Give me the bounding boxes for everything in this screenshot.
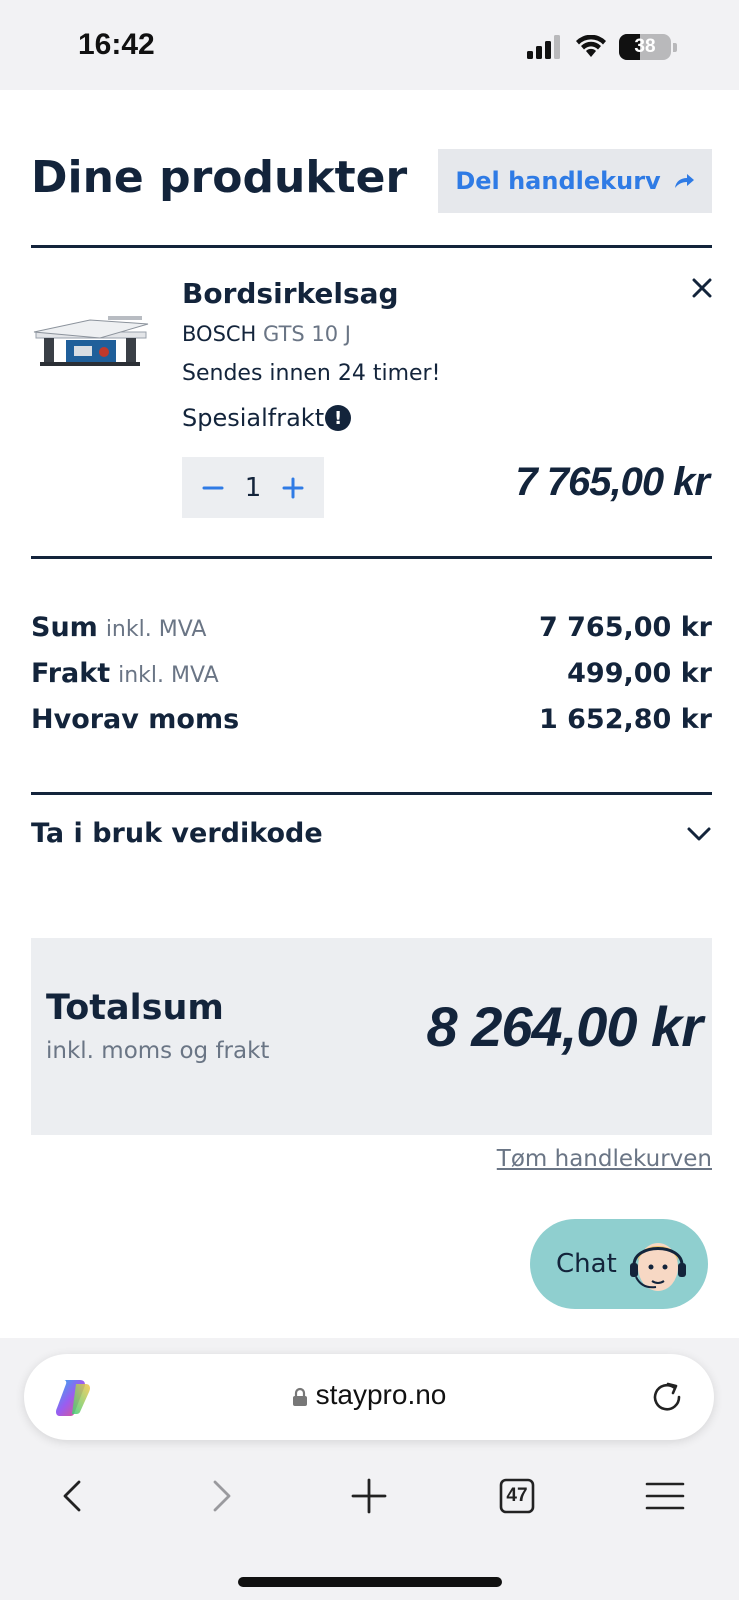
close-icon: [692, 278, 712, 298]
increase-quantity-button[interactable]: [278, 469, 308, 507]
shipping-info: Sendes innen 24 timer!: [182, 361, 441, 386]
product-image[interactable]: [30, 302, 152, 374]
quantity-stepper: 1: [182, 457, 324, 518]
product-model: GTS 10 J: [263, 322, 351, 346]
tabs-button[interactable]: 47: [487, 1466, 547, 1526]
battery-icon: 38: [619, 34, 671, 60]
info-alert-icon[interactable]: !: [325, 405, 352, 431]
chat-label: Chat: [556, 1249, 617, 1279]
url-text: staypro.no: [315, 1379, 447, 1410]
freight-label: Frakt inkl. MVA: [31, 658, 219, 689]
plus-icon: [282, 477, 304, 498]
new-tab-button[interactable]: [339, 1466, 399, 1526]
special-freight: Spesialfrakt !: [182, 404, 352, 432]
sum-row: Sum inkl. MVA 7 765,00 kr: [31, 612, 712, 643]
url-display[interactable]: staypro.no: [24, 1379, 714, 1411]
share-cart-button[interactable]: Del handlekurv: [438, 149, 712, 213]
product-brand-name: BOSCH: [182, 322, 257, 346]
browser-toolbar: staypro.no 47: [0, 1338, 739, 1600]
lock-icon: [292, 1387, 307, 1406]
back-button[interactable]: [42, 1466, 102, 1526]
sum-value: 7 765,00 kr: [538, 612, 712, 643]
vat-value: 1 652,80 kr: [538, 704, 712, 735]
divider: [31, 556, 712, 559]
divider: [31, 245, 712, 248]
status-time: 16:42: [78, 28, 155, 61]
share-arrow-icon: [674, 174, 694, 188]
vat-row: Hvorav moms 1 652,80 kr: [31, 704, 712, 735]
product-price: 7 765,00 kr: [515, 460, 710, 504]
tabs-count: 47: [506, 1485, 528, 1506]
freight-sub-label: inkl. MVA: [118, 663, 219, 688]
plus-icon: [351, 1478, 387, 1514]
reload-icon[interactable]: [648, 1378, 686, 1416]
page-title: Dine produkter: [31, 152, 408, 203]
clear-cart-link[interactable]: Tøm handlekurven: [497, 1146, 712, 1172]
freight-row: Frakt inkl. MVA 499,00 kr: [31, 658, 712, 689]
chevron-down-icon: [687, 827, 711, 840]
remove-item-button[interactable]: [688, 276, 716, 304]
share-cart-label: Del handlekurv: [455, 167, 661, 195]
total-value: 8 264,00 kr: [426, 995, 703, 1058]
battery-level: 38: [634, 36, 656, 57]
vat-label: Hvorav moms: [31, 704, 240, 735]
chevron-left-icon: [63, 1480, 81, 1512]
total-sub-label: inkl. moms og frakt: [46, 1038, 270, 1064]
voucher-toggle[interactable]: Ta i bruk verdikode: [31, 818, 712, 849]
total-box: Totalsum inkl. moms og frakt 8 264,00 kr: [31, 938, 712, 1135]
wifi-icon: [576, 35, 606, 57]
status-bar: 16:42 38: [0, 0, 739, 90]
browser-nav-row: 47: [0, 1466, 739, 1526]
address-bar[interactable]: staypro.no: [24, 1354, 714, 1440]
decrease-quantity-button[interactable]: [198, 469, 228, 507]
minus-icon: [202, 486, 224, 489]
product-brand: BOSCH GTS 10 J: [182, 322, 351, 346]
support-agent-avatar-icon: [630, 1243, 686, 1291]
special-freight-label: Spesialfrakt: [182, 404, 325, 432]
forward-button[interactable]: [192, 1466, 252, 1526]
chat-button[interactable]: Chat: [530, 1219, 708, 1309]
status-icons: 38: [527, 34, 677, 60]
sum-sub-label: inkl. MVA: [105, 617, 207, 642]
total-label: Totalsum: [46, 988, 224, 1028]
divider: [31, 792, 712, 795]
chevron-right-icon: [213, 1480, 231, 1512]
voucher-label: Ta i bruk verdikode: [31, 818, 323, 849]
sum-label: Sum inkl. MVA: [31, 612, 207, 643]
menu-button[interactable]: [635, 1466, 695, 1526]
product-name[interactable]: Bordsirkelsag: [182, 277, 399, 310]
quantity-value[interactable]: 1: [245, 473, 262, 503]
hamburger-menu-icon: [645, 1482, 685, 1510]
cellular-signal-icon: [527, 35, 560, 59]
freight-value: 499,00 kr: [567, 658, 712, 689]
home-indicator[interactable]: [238, 1577, 502, 1587]
